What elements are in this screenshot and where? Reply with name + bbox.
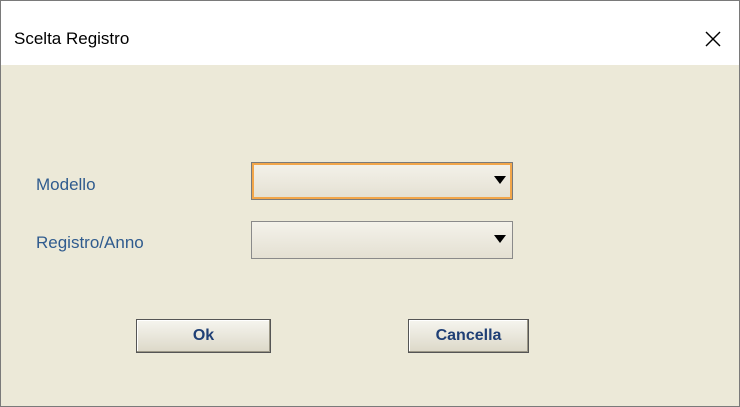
close-icon: [705, 31, 721, 47]
scelta-registro-dialog: Scelta Registro Modello Registro/Anno Ok…: [0, 0, 740, 407]
close-button[interactable]: [698, 24, 728, 54]
cancel-button[interactable]: Cancella: [408, 319, 529, 353]
dialog-title: Scelta Registro: [14, 29, 130, 48]
ok-button[interactable]: Ok: [136, 319, 271, 353]
dialog-body: Modello Registro/Anno Ok Cancella: [1, 65, 739, 406]
modello-label: Modello: [36, 175, 96, 194]
title-bar: Scelta Registro: [1, 1, 739, 65]
dropdown-arrow-icon: [494, 176, 506, 184]
registro-anno-dropdown[interactable]: [251, 221, 513, 259]
modello-dropdown[interactable]: [251, 162, 513, 200]
registro-anno-label: Registro/Anno: [36, 233, 144, 252]
dropdown-arrow-icon: [494, 235, 506, 243]
